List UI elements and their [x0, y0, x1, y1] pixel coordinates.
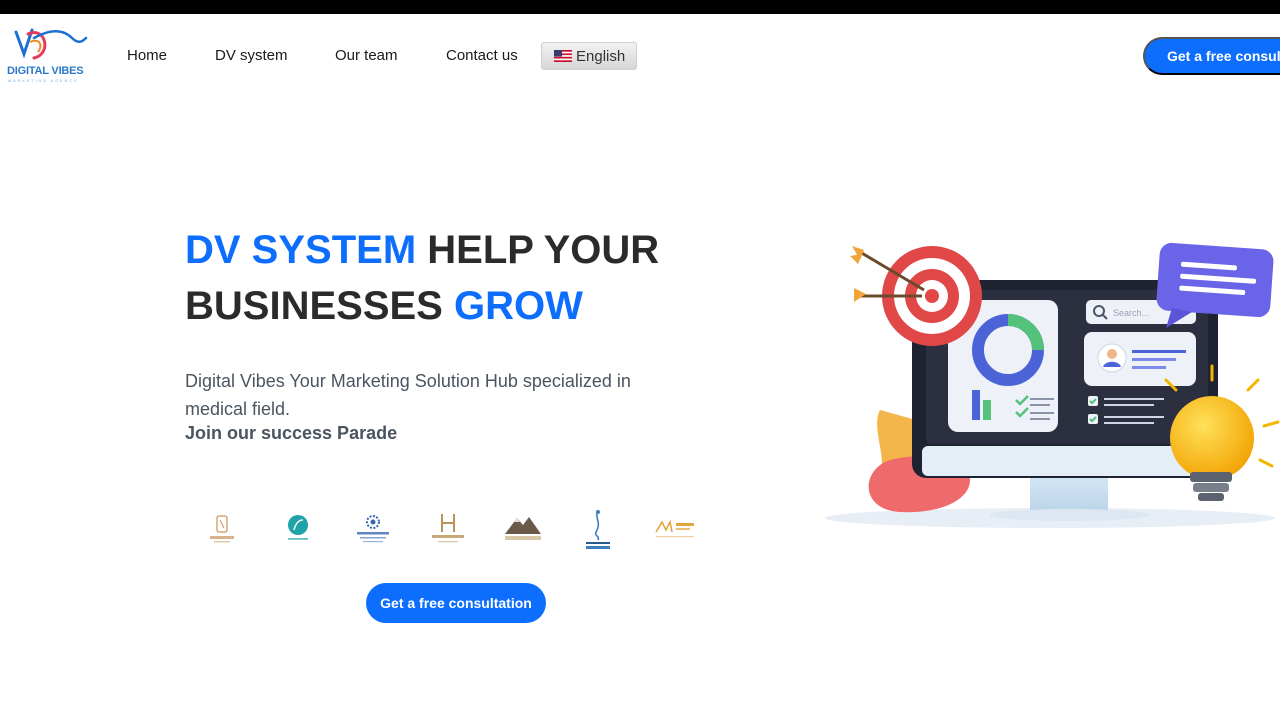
brand-logo-mark-icon — [14, 28, 88, 60]
nav-home[interactable]: Home — [127, 47, 167, 64]
brand-logo[interactable]: DIGITAL VIBES MARKETING AGENCY — [4, 24, 88, 88]
client-logo-laser — [568, 500, 628, 556]
brand-tagline: MARKETING AGENCY — [8, 78, 79, 83]
client-logo-heaven — [418, 500, 478, 556]
header-consultation-button[interactable]: Get a free consultation — [1143, 37, 1280, 75]
hero-join-text: Join our success Parade — [185, 423, 398, 443]
laser-clinic-logo-icon — [586, 509, 610, 549]
top-strip — [0, 0, 1280, 14]
mountain-logo-icon — [505, 517, 541, 540]
nav-our-team[interactable]: Our team — [335, 47, 398, 64]
client-logos — [190, 500, 710, 556]
site-header: DIGITAL VIBES MARKETING AGENCY Home DV s… — [0, 14, 1280, 100]
dashboard-illustration-icon: Search... — [825, 242, 1280, 528]
hero-title-grow: GROW — [453, 284, 583, 328]
language-selector[interactable]: English — [541, 42, 637, 70]
nav-dv-system[interactable]: DV system — [215, 47, 288, 64]
illustration-search-text: Search... — [1113, 308, 1149, 318]
brand-name: DIGITAL VIBES — [7, 65, 84, 77]
client-logo-gold — [645, 500, 705, 556]
hero-description: Digital Vibes Your Marketing Solution Hu… — [185, 371, 631, 419]
nav-contact-us[interactable]: Contact us — [446, 47, 518, 64]
language-label: English — [576, 47, 626, 65]
hero-title: DV SYSTEM HELP YOUR BUSINESSES GROW — [185, 222, 705, 334]
medical-center-logo-icon — [357, 515, 389, 543]
heaven-logo-icon — [432, 514, 464, 543]
client-logo-medical-center — [343, 500, 403, 556]
client-logo-mountain — [493, 500, 553, 556]
hero-title-highlight: DV SYSTEM — [185, 228, 417, 272]
client-logo-chamana — [192, 500, 252, 556]
client-logo-clinic-teal — [268, 500, 328, 556]
hero-illustration: Search... — [820, 230, 1280, 540]
hero-consultation-button[interactable]: Get a free consultation — [366, 583, 546, 623]
us-flag-icon — [554, 50, 572, 62]
chamana-logo-icon — [210, 515, 234, 543]
teal-clinic-logo-icon — [288, 515, 308, 540]
gold-clinic-logo-icon — [655, 519, 694, 538]
